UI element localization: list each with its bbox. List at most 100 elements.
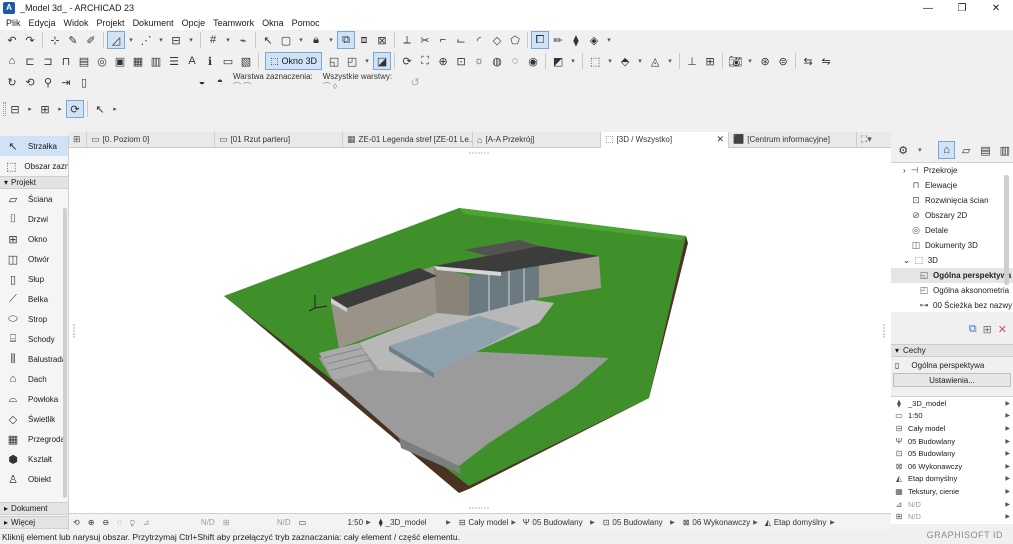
split-icon[interactable]: ⌙ [452, 31, 470, 49]
nav-item-sections[interactable]: › ⊣ Przekroje [891, 163, 1013, 178]
dropdown-arrow-icon[interactable]: ▾ [222, 31, 234, 49]
dropdown-arrow-icon[interactable]: ▾ [185, 31, 197, 49]
pin-icon[interactable]: ⚲ [39, 73, 57, 91]
clone-view-icon[interactable]: ⧉ [969, 323, 977, 336]
dropdown-arrow-icon[interactable]: ▾ [914, 141, 925, 159]
publisher-icon[interactable]: ▥ [997, 141, 1013, 159]
prop-row-override[interactable]: ⊠ 06 Wykonawczy ▶ [891, 460, 1013, 473]
menu-teamwork[interactable]: Teamwork [209, 18, 258, 28]
refresh-icon[interactable]: ↻ [3, 73, 21, 91]
layer-combo-field[interactable]: ⧫ _3D_model ▶ [375, 514, 455, 532]
view-map-icon[interactable]: ▱ [958, 141, 974, 159]
menu-dokument[interactable]: Dokument [129, 18, 178, 28]
dropdown-arrow-icon[interactable]: ▾ [325, 31, 337, 49]
dropdown-arrow-icon[interactable]: ▸ [109, 100, 121, 118]
dropdown-arrow-icon[interactable]: ▾ [295, 31, 307, 49]
rectangle-select-icon[interactable]: ▢ [277, 31, 295, 49]
info-icon[interactable]: ℹ [201, 52, 219, 70]
tool-morph[interactable]: ⬢ Kształt [0, 449, 68, 469]
axonometry-icon[interactable]: ◰ [343, 52, 361, 70]
trace-icon[interactable]: ⧠ [531, 31, 549, 49]
reset-icon[interactable]: ↺ [406, 73, 424, 91]
zoom-in-icon[interactable]: ⊕ [84, 514, 99, 532]
toolbox-document-header[interactable]: ▸ Dokument [0, 502, 68, 515]
project-map-icon[interactable]: ⌂ [938, 141, 955, 159]
photo-render-icon[interactable]: 📷︎ [726, 52, 744, 70]
tool-marquee[interactable]: ⬚ Obszar zazn [0, 156, 68, 176]
undo-icon[interactable]: ↶ [3, 31, 21, 49]
rotate-icon[interactable]: ⟲ [21, 73, 39, 91]
mvo-field[interactable]: ⊡ 05 Budowlany ▶ [599, 514, 679, 532]
elevation-view-icon[interactable]: ⊐ [39, 52, 57, 70]
navigator-scrollbar[interactable] [1004, 175, 1009, 285]
menu-pomoc[interactable]: Pomoc [288, 18, 324, 28]
schedule-icon[interactable]: ▦ [129, 52, 147, 70]
trim-icon[interactable]: ✂ [416, 31, 434, 49]
tool-beam[interactable]: ⟋ Belka [0, 289, 68, 309]
hide-icon[interactable]: ◌ [506, 52, 524, 70]
dropdown-arrow-icon[interactable]: ▾ [603, 31, 615, 49]
tool-window[interactable]: ⊞ Okno [0, 229, 68, 249]
select-all-icon[interactable]: ⊞ [36, 100, 54, 118]
nav-item-general-perspective[interactable]: ◱ Ogólna perspektywa [891, 268, 1013, 283]
inject-icon[interactable]: ✎ [64, 31, 82, 49]
3d-cutaway-icon[interactable]: ◪ [373, 52, 392, 70]
scale-field[interactable]: ▭ 1:50 ▶ [295, 514, 375, 532]
dropdown-arrow-icon[interactable]: ▾ [567, 52, 579, 70]
tab-floor-plan[interactable]: ▭ [0. Poziom 0] [87, 131, 215, 148]
pointer-icon[interactable]: ↖ [259, 31, 277, 49]
3d-filter-icon[interactable]: ◬ [646, 52, 664, 70]
tab-overview-button[interactable]: ⊞ [69, 131, 87, 148]
tool-wall[interactable]: ▱ Ściana [0, 189, 68, 209]
dimension-field[interactable]: ⊿ N/D [139, 514, 219, 532]
3d-viewport[interactable] [69, 148, 891, 513]
tool-roof[interactable]: ⌂ Dach [0, 369, 68, 389]
tool-slab[interactable]: ⬭ Strop [0, 309, 68, 329]
show-icon[interactable]: ◉ [524, 52, 542, 70]
menu-plik[interactable]: Plik [2, 18, 25, 28]
grid-line-icon[interactable]: ⊞ [701, 52, 719, 70]
menu-projekt[interactable]: Projekt [93, 18, 129, 28]
tool-arrow[interactable]: ↖ Strzałka [0, 136, 68, 156]
select-type-icon[interactable]: ⊟ [6, 100, 24, 118]
dropdown-arrow-icon[interactable]: ▸ [54, 100, 66, 118]
nav-item-details[interactable]: ◎ Detale [891, 223, 1013, 238]
close-tab-icon[interactable]: ✕ [716, 134, 724, 145]
text-icon[interactable]: A [183, 52, 201, 70]
list-icon[interactable]: ☰ [165, 52, 183, 70]
toolbox-more-header[interactable]: ▸ Więcej [0, 516, 68, 529]
elevation-icon[interactable]: ⊥ [683, 52, 701, 70]
nav-item-interior-elevations[interactable]: ⊡ Rozwinięcia ścian [891, 193, 1013, 208]
tool-skylight[interactable]: ◇ Świetlik [0, 409, 68, 429]
tab-section[interactable]: ⌂ [A-A Przekrój] [473, 131, 601, 148]
model-view-field[interactable]: ⊟ Cały model ▶ [455, 514, 519, 532]
prop-row-mvo[interactable]: ⊡ 05 Budowlany ▶ [891, 447, 1013, 460]
layer-eye-icon[interactable]: ◒ [193, 73, 211, 91]
delete-icon[interactable]: ✕ [998, 323, 1007, 336]
snap-guide-icon[interactable]: ⋰ [137, 31, 155, 49]
menu-edycja[interactable]: Edycja [25, 18, 60, 28]
renovation-field[interactable]: ◭ Etap domyślny ▶ [761, 514, 839, 532]
close-button[interactable]: ✕ [979, 0, 1013, 16]
fit-window-icon[interactable]: ⊡ [452, 52, 470, 70]
prop-row-renovation[interactable]: ◭ Etap domyślny ▶ [891, 473, 1013, 486]
orbit-icon[interactable]: ⟳ [398, 52, 416, 70]
offset-icon[interactable]: ◇ [488, 31, 506, 49]
redo-icon[interactable]: ↷ [21, 31, 39, 49]
renovation-icon[interactable]: ◈ [585, 31, 603, 49]
detail-icon[interactable]: ◎ [93, 52, 111, 70]
guide-line-icon[interactable]: ◿ [107, 31, 125, 49]
prop-row-scale[interactable]: ▭ 1:50 ▶ [891, 410, 1013, 423]
pan-icon[interactable]: ◌ [113, 514, 126, 532]
adjust-icon[interactable]: ⌐ [434, 31, 452, 49]
maximize-button[interactable]: ❐ [945, 0, 979, 16]
layer-selection-value-icon[interactable]: ⌒ ⌒ [233, 81, 313, 92]
prop-row-layer[interactable]: ⧫ _3D_model ▶ [891, 397, 1013, 410]
toolbox-project-header[interactable]: ▾ Projekt [0, 176, 68, 189]
dropdown-arrow-icon[interactable]: ▾ [634, 52, 646, 70]
nav-item-worksheets[interactable]: ⊘ Obszary 2D [891, 208, 1013, 223]
tab-layout[interactable]: ▭ [01 Rzut parteru] [215, 131, 343, 148]
tool-opening[interactable]: ◫ Otwór [0, 249, 68, 269]
minimize-button[interactable]: — [911, 0, 945, 16]
tab-info-center[interactable]: ⬛ [Centrum informacyjne] [729, 131, 857, 148]
